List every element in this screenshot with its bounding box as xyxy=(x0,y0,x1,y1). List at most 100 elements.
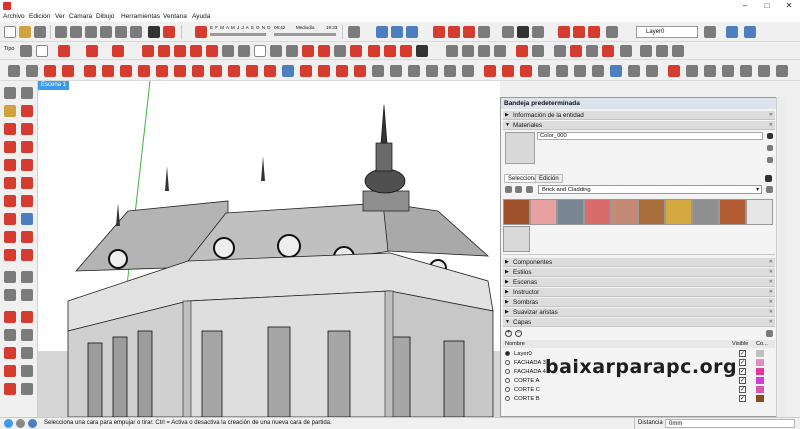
add-layer-icon[interactable]: + xyxy=(505,330,512,337)
shadow-months[interactable]: E F M A M J J A S O N D xyxy=(210,25,271,30)
rectangle-tool-icon[interactable] xyxy=(112,45,124,57)
top-view-icon[interactable] xyxy=(686,65,698,77)
visible-checkbox[interactable]: ✓ xyxy=(739,368,746,375)
circle-tool-icon[interactable] xyxy=(156,65,168,77)
scale-icon[interactable] xyxy=(336,65,348,77)
position-camera-icon[interactable] xyxy=(586,45,598,57)
tape-measure-icon[interactable] xyxy=(222,45,234,57)
move-icon[interactable] xyxy=(4,213,16,225)
layer-color-swatch[interactable] xyxy=(756,377,764,384)
material-swatch[interactable] xyxy=(557,199,584,225)
select-arrow-icon[interactable] xyxy=(20,45,32,57)
iso-view-icon[interactable] xyxy=(668,65,680,77)
zoom-extents-icon[interactable] xyxy=(556,65,568,77)
arc-tool-icon[interactable] xyxy=(192,65,204,77)
layer-color-swatch[interactable] xyxy=(756,386,764,393)
axes-icon[interactable] xyxy=(270,45,282,57)
section-entity-info[interactable]: ▶ Información de la entidad ✕ xyxy=(503,111,775,120)
visible-checkbox[interactable]: ✓ xyxy=(739,395,746,402)
cut-icon[interactable] xyxy=(55,26,67,38)
rotate-icon[interactable] xyxy=(190,45,202,57)
walk-icon[interactable] xyxy=(532,26,544,38)
section-plane-icon[interactable] xyxy=(558,26,570,38)
new-file-icon[interactable] xyxy=(4,26,16,38)
active-layer-radio[interactable] xyxy=(505,360,510,365)
pan-icon[interactable] xyxy=(502,65,514,77)
collapse-icon[interactable]: ✕ xyxy=(769,111,773,120)
menu-herramientas[interactable]: Herramientas xyxy=(121,12,160,22)
paint-bucket-icon[interactable] xyxy=(44,65,56,77)
copy-icon[interactable] xyxy=(70,26,82,38)
active-layer-radio[interactable] xyxy=(505,351,510,356)
distance-input[interactable]: 0mm xyxy=(665,419,795,428)
iso-view-icon[interactable] xyxy=(446,45,458,57)
3d-text-icon[interactable] xyxy=(462,65,474,77)
follow-me-icon[interactable] xyxy=(318,65,330,77)
zoom-extents-icon[interactable] xyxy=(4,347,16,359)
shaded-icon[interactable] xyxy=(646,65,658,77)
active-layer-radio[interactable] xyxy=(505,387,510,392)
menu-ayuda[interactable]: Ayuda xyxy=(192,12,210,22)
right-view-icon[interactable] xyxy=(494,45,506,57)
dimension-icon[interactable] xyxy=(390,65,402,77)
collapse-icon[interactable]: ✕ xyxy=(769,308,773,317)
zoom-window-icon[interactable] xyxy=(538,65,550,77)
select-arrow-icon[interactable] xyxy=(4,87,16,99)
tape-measure-icon[interactable] xyxy=(4,271,16,283)
section-instructor[interactable]: ▶ Instructor ✕ xyxy=(503,288,775,297)
paint-bucket-icon[interactable] xyxy=(4,105,16,117)
redo-icon[interactable] xyxy=(130,26,142,38)
active-layer-radio[interactable] xyxy=(505,369,510,374)
freehand-icon[interactable] xyxy=(102,65,114,77)
line-tool-icon[interactable] xyxy=(84,65,96,77)
model-info-icon[interactable] xyxy=(163,26,175,38)
section-soften-edges[interactable]: ▶ Suavizar aristas ✕ xyxy=(503,308,775,317)
walk-icon[interactable] xyxy=(620,45,632,57)
text-tool-icon[interactable] xyxy=(21,271,33,283)
style-icon[interactable] xyxy=(726,26,738,38)
active-layer-radio[interactable] xyxy=(505,378,510,383)
tab-edicion[interactable]: Edición xyxy=(535,174,563,183)
text-tool-icon[interactable] xyxy=(426,65,438,77)
protractor-icon[interactable] xyxy=(238,45,250,57)
credits-icon[interactable] xyxy=(16,419,25,428)
paint-bucket-icon[interactable] xyxy=(384,45,396,57)
building-model[interactable] xyxy=(38,81,500,417)
layer-color-swatch[interactable] xyxy=(756,359,764,366)
arc-2pt-icon[interactable] xyxy=(210,65,222,77)
layer-details-icon[interactable] xyxy=(766,330,773,337)
zoom-icon[interactable] xyxy=(4,329,16,341)
zoom-window-icon[interactable] xyxy=(21,329,33,341)
polygon-tool-icon[interactable] xyxy=(21,159,33,171)
dimension-icon[interactable] xyxy=(286,45,298,57)
position-camera-icon[interactable] xyxy=(4,365,16,377)
lasso-icon[interactable] xyxy=(21,87,33,99)
details-icon[interactable] xyxy=(766,186,773,193)
freehand-icon[interactable] xyxy=(21,123,33,135)
geo-location-icon[interactable] xyxy=(478,26,490,38)
pie-icon[interactable] xyxy=(246,65,258,77)
rotate-icon[interactable] xyxy=(300,65,312,77)
layer-row[interactable]: CORTE C ✓ xyxy=(505,386,764,394)
front-view-icon[interactable] xyxy=(704,65,716,77)
front-view-icon[interactable] xyxy=(478,45,490,57)
minimize-button[interactable]: – xyxy=(734,0,756,12)
arc-tool-icon[interactable] xyxy=(4,177,16,189)
visible-checkbox[interactable]: ✓ xyxy=(739,359,746,366)
paste-icon[interactable] xyxy=(85,26,97,38)
layer-row[interactable]: CORTE B ✓ xyxy=(505,395,764,403)
axes-icon[interactable] xyxy=(444,65,456,77)
line-tool-icon[interactable] xyxy=(58,45,70,57)
wireframe-icon[interactable] xyxy=(610,65,622,77)
section-display-icon[interactable] xyxy=(573,26,585,38)
collapse-icon[interactable]: ✕ xyxy=(769,278,773,287)
rotated-rectangle-icon[interactable] xyxy=(138,65,150,77)
help-icon[interactable] xyxy=(28,419,37,428)
pie-icon[interactable] xyxy=(21,195,33,207)
menu-ventana[interactable]: Ventana xyxy=(163,12,187,22)
open-folder-icon[interactable] xyxy=(19,26,31,38)
print-icon[interactable] xyxy=(148,26,160,38)
section-scenes[interactable]: ▶ Escenas ✕ xyxy=(503,278,775,287)
offset-icon[interactable] xyxy=(21,249,33,261)
move-icon[interactable] xyxy=(264,65,276,77)
